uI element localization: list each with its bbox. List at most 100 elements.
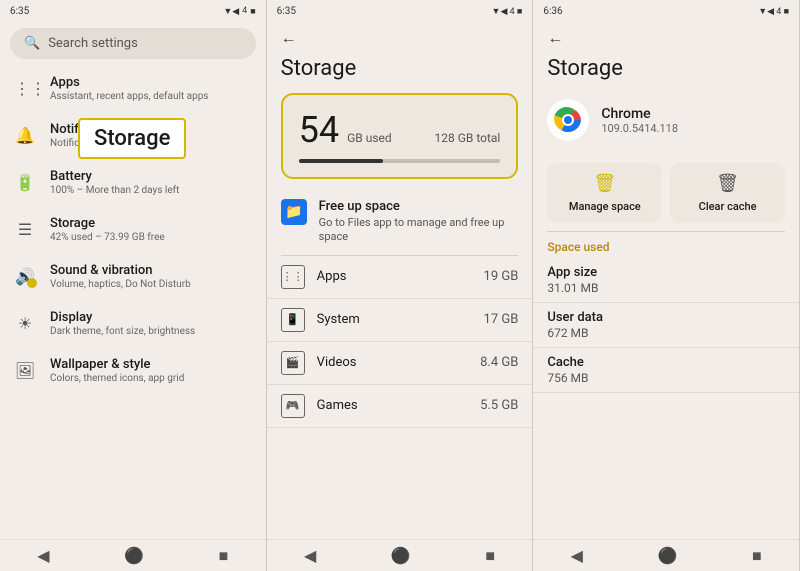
files-icon: 📁 [281, 199, 307, 225]
recent-nav-1[interactable]: ■ [219, 546, 229, 566]
status-bar-1: 6:35 ▼◀ 4 ■ [0, 0, 266, 22]
breakdown-system[interactable]: 📱 System 17 GB [267, 299, 533, 342]
free-up-item[interactable]: 📁 Free up space Go to Files app to manag… [267, 189, 533, 255]
battery-title: Battery [50, 169, 252, 184]
clear-cache-button[interactable]: 🗑 Clear cache [670, 163, 785, 223]
app-storage-panel-title: Storage [533, 52, 799, 89]
sidebar-item-storage[interactable]: ☰ Storage 42% used – 73.99 GB free [0, 206, 266, 253]
storage-bubble: Storage [78, 118, 186, 159]
status-icons-3: ▼◀ 4 ■ [758, 6, 789, 17]
home-nav-2[interactable]: ⚫ [391, 546, 411, 565]
time-3: 6:36 [543, 6, 562, 17]
status-icons-2: ▼◀ 4 ■ [492, 6, 523, 17]
recent-nav-3[interactable]: ■ [752, 546, 762, 566]
user-data-value: 672 MB [547, 326, 785, 340]
app-storage-header: ← [533, 22, 799, 52]
breakdown-apps-value: 19 GB [484, 269, 519, 284]
home-nav-3[interactable]: ⚫ [658, 546, 678, 565]
free-up-subtitle: Go to Files app to manage and free up sp… [319, 216, 519, 245]
free-up-title: Free up space [319, 199, 519, 214]
panel-storage: 6:35 ▼◀ 4 ■ ← Storage 54 GB used 128 GB … [267, 0, 534, 571]
battery-icon: 🔋 [14, 173, 36, 192]
storage-panel-title: Storage [267, 52, 533, 89]
storage-title: Storage [50, 216, 252, 231]
manage-space-icon: 🗑 [593, 173, 616, 194]
cache-value: 756 MB [547, 371, 785, 385]
bottom-nav-2: ◀ ⚫ ■ [267, 539, 533, 571]
sidebar-item-sound[interactable]: 🔊 Sound & vibration Volume, haptics, Do … [0, 253, 266, 300]
user-data-label: User data [547, 310, 785, 325]
apps-subtitle: Assistant, recent apps, default apps [50, 91, 252, 102]
sidebar-item-display[interactable]: ☀ Display Dark theme, font size, brightn… [0, 300, 266, 347]
search-bar[interactable]: 🔍 Search settings [10, 28, 256, 59]
clear-cache-label: Clear cache [699, 200, 757, 213]
home-nav-1[interactable]: ⚫ [124, 546, 144, 565]
storage-icon: ☰ [14, 220, 36, 239]
chrome-icon [547, 99, 589, 141]
back-nav-1[interactable]: ◀ [37, 546, 49, 565]
breakdown-system-value: 17 GB [484, 312, 519, 327]
storage-breakdown: ⋮⋮ Apps 19 GB 📱 System 17 GB 🎬 Videos 8.… [267, 256, 533, 539]
back-arrow-2[interactable]: ← [281, 28, 297, 48]
storage-bar-fill [299, 159, 384, 163]
games-breakdown-icon: 🎮 [281, 394, 305, 418]
wallpaper-icon: 🖼 [14, 361, 36, 380]
breakdown-games[interactable]: 🎮 Games 5.5 GB [267, 385, 533, 428]
bottom-nav-3: ◀ ⚫ ■ [533, 539, 799, 571]
breakdown-apps[interactable]: ⋮⋮ Apps 19 GB [267, 256, 533, 299]
breakdown-videos-value: 8.4 GB [480, 355, 518, 370]
panel-app-storage: 6:36 ▼◀ 4 ■ ← Storage Manage space [533, 0, 800, 571]
search-icon: 🔍 [24, 36, 40, 51]
back-arrow-3[interactable]: ← [547, 28, 563, 48]
display-icon: ☀ [14, 314, 36, 333]
battery-subtitle: 100% – More than 2 days left [50, 185, 252, 196]
back-nav-2[interactable]: ◀ [304, 546, 316, 565]
sidebar-item-apps[interactable]: ⋮⋮ Apps Assistant, recent apps, default … [0, 65, 266, 112]
chrome-section: Chrome 109.0.5414.118 [533, 89, 799, 151]
apps-breakdown-icon: ⋮⋮ [281, 265, 305, 289]
notifications-icon: 🔔 [14, 126, 36, 145]
storage-total: 128 GB total [434, 131, 500, 145]
status-bar-3: 6:36 ▼◀ 4 ■ [533, 0, 799, 22]
bottom-nav-1: ◀ ⚫ ■ [0, 539, 266, 571]
recent-nav-2[interactable]: ■ [485, 546, 495, 566]
breakdown-videos-label: Videos [317, 355, 468, 370]
storage-subtitle: 42% used – 73.99 GB free [50, 232, 252, 243]
space-used-label: Space used [533, 232, 799, 258]
apps-title: Apps [50, 75, 252, 90]
time-1: 6:35 [10, 6, 29, 17]
breakdown-system-label: System [317, 312, 472, 327]
videos-breakdown-icon: 🎬 [281, 351, 305, 375]
sound-subtitle: Volume, haptics, Do Not Disturb [50, 279, 252, 290]
panel-settings: 6:35 ▼◀ 4 ■ 🔍 Search settings ⋮⋮ Apps As… [0, 0, 267, 571]
storage-yellow-dot [27, 278, 37, 288]
detail-cache: Cache 756 MB [533, 348, 799, 393]
status-icons-1: ▼◀ 4 ■ [223, 6, 255, 17]
wallpaper-subtitle: Colors, themed icons, app grid [50, 373, 252, 384]
detail-app-size: App size 31.01 MB [533, 258, 799, 303]
wallpaper-title: Wallpaper & style [50, 357, 252, 372]
app-name: Chrome [601, 106, 678, 122]
apps-icon: ⋮⋮ [14, 79, 36, 98]
storage-card: 54 GB used 128 GB total [281, 93, 519, 179]
app-size-label: App size [547, 265, 785, 280]
storage-used-value: 54 [299, 109, 339, 151]
app-size-value: 31.01 MB [547, 281, 785, 295]
sidebar-item-battery[interactable]: 🔋 Battery 100% – More than 2 days left [0, 159, 266, 206]
breakdown-games-label: Games [317, 398, 468, 413]
time-2: 6:35 [277, 6, 296, 17]
search-label: Search settings [48, 36, 138, 51]
storage-used-label: GB used [347, 131, 392, 145]
display-title: Display [50, 310, 252, 325]
manage-space-button[interactable]: 🗑 Manage space [547, 163, 662, 223]
breakdown-games-value: 5.5 GB [480, 398, 518, 413]
action-row: 🗑 Manage space 🗑 Clear cache [533, 155, 799, 231]
manage-space-label: Manage space [569, 200, 641, 213]
status-bar-2: 6:35 ▼◀ 4 ■ [267, 0, 533, 22]
sidebar-item-wallpaper[interactable]: 🖼 Wallpaper & style Colors, themed icons… [0, 347, 266, 394]
app-version: 109.0.5414.118 [601, 122, 678, 135]
breakdown-apps-label: Apps [317, 269, 472, 284]
back-nav-3[interactable]: ◀ [571, 546, 583, 565]
sound-title: Sound & vibration [50, 263, 252, 278]
breakdown-videos[interactable]: 🎬 Videos 8.4 GB [267, 342, 533, 385]
